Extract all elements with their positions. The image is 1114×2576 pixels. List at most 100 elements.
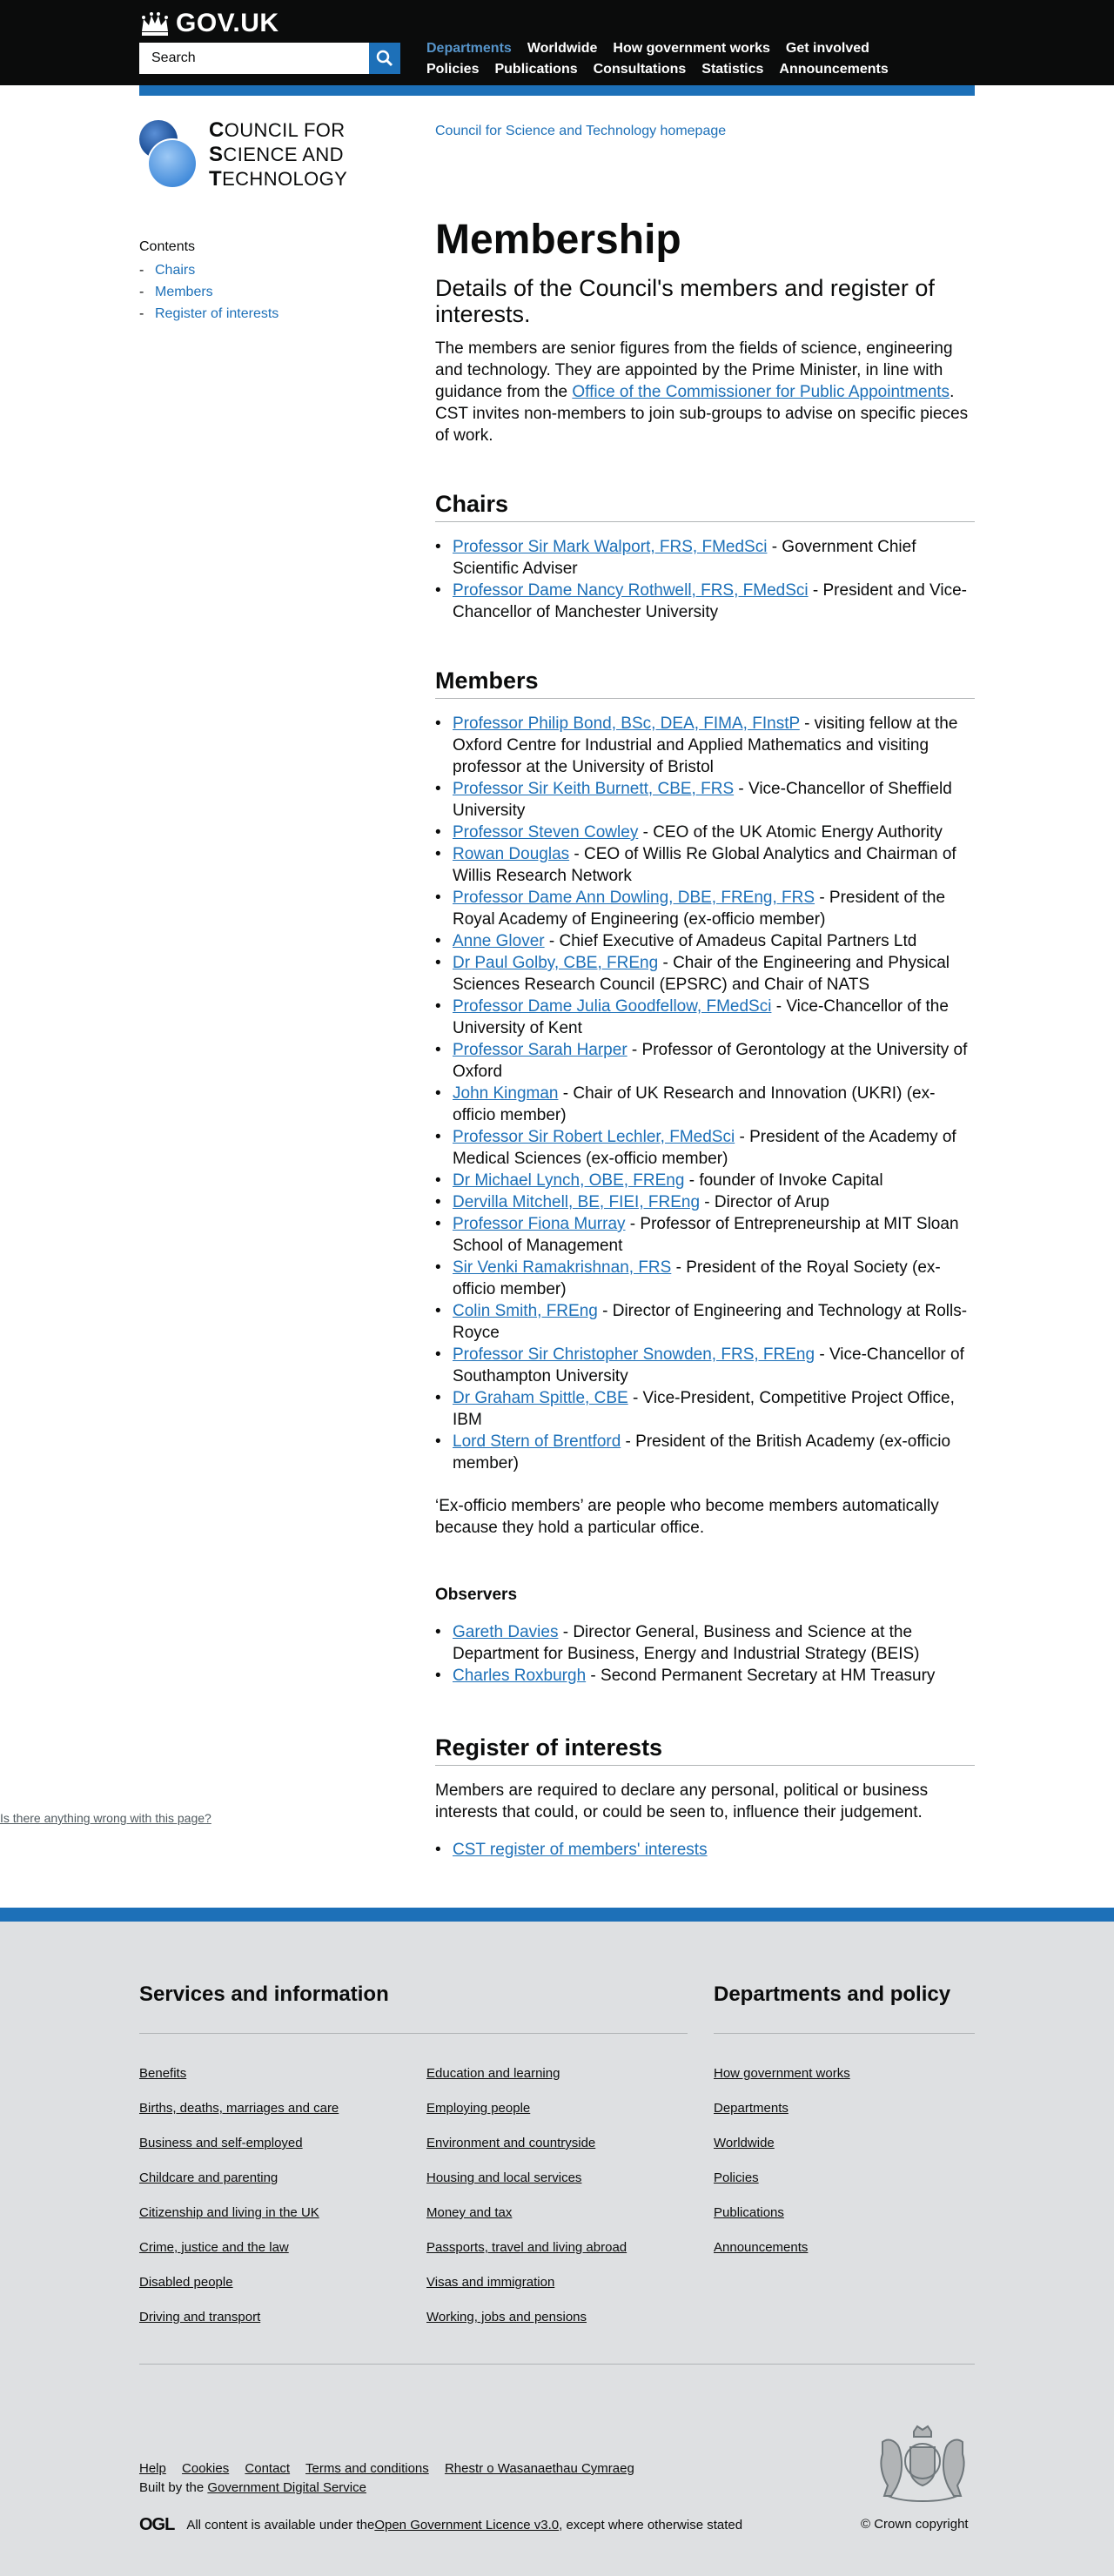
services-heading: Services and information	[139, 1982, 389, 2006]
footer-link[interactable]: Business and self-employed	[139, 2136, 303, 2150]
footer-link[interactable]: Environment and countryside	[426, 2136, 595, 2150]
list-item: Anne Glover - Chief Executive of Amadeus…	[435, 930, 975, 952]
person-link[interactable]: Rowan Douglas	[453, 845, 569, 863]
list-item: CST register of members' interests	[435, 1839, 975, 1861]
person-link[interactable]: Gareth Davies	[453, 1623, 558, 1641]
footer-link[interactable]: Passports, travel and living abroad	[426, 2240, 627, 2255]
footer-link[interactable]: Disabled people	[139, 2275, 233, 2290]
footer-link[interactable]: Driving and transport	[139, 2310, 260, 2324]
footer-link[interactable]: Housing and local services	[426, 2170, 581, 2185]
contents-item: - Chairs	[139, 259, 383, 281]
person-role: - Director of Arup	[700, 1193, 829, 1211]
list-item: Charles Roxburgh - Second Permanent Secr…	[435, 1665, 975, 1687]
footer-welsh-link[interactable]: Rhestr o Wasanaethau Cymraeg	[445, 2461, 634, 2476]
person-link[interactable]: Professor Sir Robert Lechler, FMedSci	[453, 1128, 735, 1146]
person-link[interactable]: Professor Fiona Murray	[453, 1215, 626, 1233]
cst-logo[interactable]: COUNCIL FOR SCIENCE AND TECHNOLOGY	[139, 117, 366, 195]
person-link[interactable]: John Kingman	[453, 1084, 558, 1103]
person-link[interactable]: Professor Steven Cowley	[453, 823, 638, 842]
footer-link[interactable]: Publications	[714, 2205, 784, 2220]
footer-contact-link[interactable]: Contact	[245, 2461, 290, 2476]
report-problem-link[interactable]: Is there anything wrong with this page?	[0, 1811, 211, 1825]
person-link[interactable]: Dr Paul Golby, CBE, FREng	[453, 954, 658, 972]
person-link[interactable]: Lord Stern of Brentford	[453, 1432, 621, 1451]
observers-heading: Observers	[435, 1586, 518, 1604]
list-item: Professor Dame Ann Dowling, DBE, FREng, …	[435, 887, 975, 930]
footer-link[interactable]: Working, jobs and pensions	[426, 2310, 587, 2324]
search-input[interactable]	[139, 43, 369, 74]
footer-help-link[interactable]: Help	[139, 2461, 166, 2476]
footer-link[interactable]: Visas and immigration	[426, 2275, 554, 2290]
header-inner: GOV.UK Departments Worldwide How governm…	[139, 0, 975, 85]
footer-cookies-link[interactable]: Cookies	[182, 2461, 229, 2476]
search-button[interactable]	[369, 43, 400, 74]
contents-title: Contents	[139, 239, 196, 254]
person-link[interactable]: Charles Roxburgh	[453, 1667, 586, 1685]
contents-link-chairs[interactable]: Chairs	[155, 259, 195, 281]
contents-list: - Chairs - Members - Register of interests	[139, 259, 383, 325]
org-name-line-2: SCIENCE AND	[209, 143, 344, 166]
org-homepage-link[interactable]: Council for Science and Technology homep…	[435, 124, 726, 139]
footer-link[interactable]: Policies	[714, 2170, 759, 2185]
person-link[interactable]: Dervilla Mitchell, BE, FIEI, FREng	[453, 1193, 700, 1211]
person-link[interactable]: Professor Sir Mark Walport, FRS, FMedSci	[453, 538, 767, 556]
footer-link[interactable]: Worldwide	[714, 2136, 775, 2150]
ocpa-link[interactable]: Office of the Commissioner for Public Ap…	[572, 383, 950, 401]
footer-link[interactable]: Crime, justice and the law	[139, 2240, 289, 2255]
person-link[interactable]: Professor Sir Christopher Snowden, FRS, …	[453, 1345, 815, 1364]
footer-link[interactable]: Announcements	[714, 2240, 808, 2255]
footer-link[interactable]: Childcare and parenting	[139, 2170, 278, 2185]
nav-departments[interactable]: Departments	[426, 41, 512, 57]
person-link[interactable]: Professor Sarah Harper	[453, 1041, 627, 1059]
person-link[interactable]: Professor Dame Julia Goodfellow, FMedSci	[453, 997, 771, 1016]
royal-coat-of-arms-icon	[880, 2425, 965, 2502]
person-link[interactable]: Anne Glover	[453, 932, 545, 950]
nav-statistics[interactable]: Statistics	[701, 62, 763, 77]
nav-how-government-works[interactable]: How government works	[613, 41, 769, 57]
ogl-link[interactable]: Open Government Licence v3.0	[374, 2518, 559, 2532]
services-rule	[139, 2033, 688, 2034]
contents-item: - Members	[139, 281, 383, 303]
register-link[interactable]: CST register of members' interests	[453, 1841, 708, 1859]
nav-consultations[interactable]: Consultations	[594, 62, 687, 77]
list-item: Professor Sir Mark Walport, FRS, FMedSci…	[435, 536, 975, 580]
footer-link[interactable]: Citizenship and living in the UK	[139, 2205, 319, 2220]
list-item: Dr Paul Golby, CBE, FREng - Chair of the…	[435, 952, 975, 996]
footer-terms-link[interactable]: Terms and conditions	[305, 2461, 429, 2476]
person-link[interactable]: Colin Smith, FREng	[453, 1302, 598, 1320]
contents-link-members[interactable]: Members	[155, 281, 213, 303]
site-header: GOV.UK Departments Worldwide How governm…	[0, 0, 1114, 85]
nav-worldwide[interactable]: Worldwide	[527, 41, 598, 57]
person-link[interactable]: Professor Dame Nancy Rothwell, FRS, FMed…	[453, 581, 809, 600]
list-item: Dr Graham Spittle, CBE - Vice-President,…	[435, 1387, 975, 1431]
ex-officio-note: ‘Ex-officio members’ are people who beco…	[435, 1497, 939, 1537]
footer-link[interactable]: Money and tax	[426, 2205, 512, 2220]
person-link[interactable]: Professor Philip Bond, BSc, DEA, FIMA, F…	[453, 714, 800, 733]
ogl-logo-icon: OGL	[139, 2515, 175, 2534]
list-item: Professor Philip Bond, BSc, DEA, FIMA, F…	[435, 713, 975, 778]
person-link[interactable]: Dr Michael Lynch, OBE, FREng	[453, 1171, 684, 1190]
nav-get-involved[interactable]: Get involved	[786, 41, 869, 57]
nav-policies[interactable]: Policies	[426, 62, 479, 77]
footer-link[interactable]: Departments	[714, 2101, 789, 2116]
footer-link[interactable]: Births, deaths, marriages and care	[139, 2101, 339, 2116]
search-icon	[376, 50, 393, 67]
search-form	[139, 43, 400, 74]
contents-link-register[interactable]: Register of interests	[155, 303, 278, 325]
footer-link[interactable]: How government works	[714, 2066, 850, 2081]
footer-link[interactable]: Education and learning	[426, 2066, 560, 2081]
govuk-logo-link[interactable]: GOV.UK	[139, 9, 279, 38]
gds-link[interactable]: Government Digital Service	[207, 2480, 366, 2495]
person-link[interactable]: Professor Dame Ann Dowling, DBE, FREng, …	[453, 889, 815, 907]
footer-link[interactable]: Employing people	[426, 2101, 530, 2116]
nav-publications[interactable]: Publications	[494, 62, 577, 77]
person-link[interactable]: Professor Sir Keith Burnett, CBE, FRS	[453, 780, 734, 798]
header-blue-bar	[139, 85, 975, 96]
register-heading: Register of interests	[435, 1732, 975, 1766]
page-lead: Details of the Council's members and reg…	[435, 275, 935, 327]
person-link[interactable]: Sir Venki Ramakrishnan, FRS	[453, 1258, 671, 1277]
footer-link[interactable]: Benefits	[139, 2066, 186, 2081]
register-text: Members are required to declare any pers…	[435, 1781, 929, 1821]
person-link[interactable]: Dr Graham Spittle, CBE	[453, 1389, 628, 1407]
nav-announcements[interactable]: Announcements	[779, 62, 888, 77]
